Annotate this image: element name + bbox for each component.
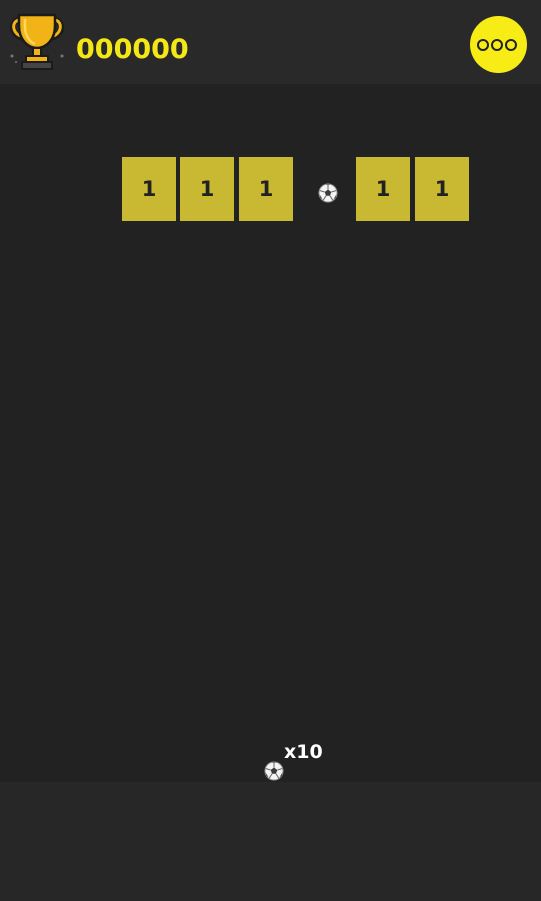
score-counter: 000000 <box>76 34 189 65</box>
ball-count: x10 <box>284 741 323 763</box>
brick: 1 <box>180 157 234 221</box>
brick: 1 <box>415 157 469 221</box>
trophy-icon <box>10 13 64 70</box>
brick: 1 <box>239 157 293 221</box>
menu-dot <box>477 39 489 51</box>
brick: 1 <box>122 157 176 221</box>
launcher-ball-icon <box>264 761 284 781</box>
brick: 1 <box>356 157 410 221</box>
menu-dot <box>505 39 517 51</box>
top-bar: 000000 <box>0 0 541 84</box>
soccer-ball-icon <box>318 183 338 203</box>
menu-dot <box>491 39 503 51</box>
menu-button[interactable] <box>470 16 527 73</box>
bottom-area <box>0 782 541 901</box>
